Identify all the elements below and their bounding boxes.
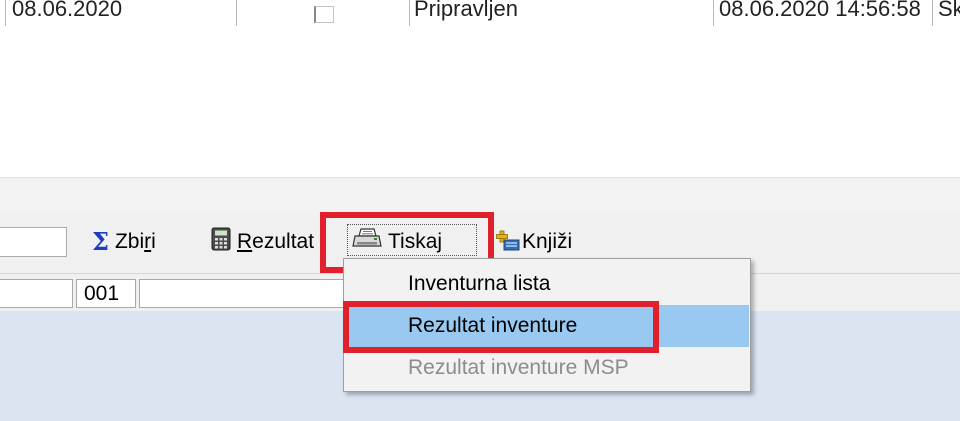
post-ledger-icon [494, 227, 520, 257]
sigma-icon: Σ [92, 227, 109, 256]
column-divider [932, 0, 933, 26]
result-button-label: Rezultat [237, 230, 315, 253]
sum-button-label: Zbiri [114, 230, 156, 253]
status-field-info [139, 279, 349, 308]
menu-item-inventory-list[interactable]: Inventurna lista [345, 263, 749, 305]
menu-item-callout [343, 301, 659, 353]
menu-item-inventory-result-msp: Rezultat inventure MSP [408, 356, 629, 379]
sum-button[interactable]: Σ Zbiri [92, 227, 156, 257]
status-field-code: 001 [76, 279, 136, 308]
toolbar-field[interactable] [0, 227, 67, 257]
column-divider [713, 0, 714, 26]
column-divider [236, 0, 237, 26]
post-button-label: Knjiži [522, 230, 573, 253]
column-divider [5, 0, 6, 26]
cell-trail: Sk [938, 0, 960, 21]
table-row[interactable]: 08.06.2020 Pripravljen 08.06.2020 14:56:… [0, 0, 960, 27]
cell-status: Pripravljen [414, 0, 518, 21]
cell-date: 08.06.2020 [12, 0, 123, 21]
cell-timestamp: 08.06.2020 14:56:58 [719, 0, 921, 21]
column-divider [409, 0, 410, 26]
calculator-icon [211, 227, 231, 257]
status-field-empty [0, 279, 73, 308]
table-empty-area [0, 27, 960, 177]
post-button[interactable]: Knjiži [494, 227, 572, 257]
separator-band [0, 177, 960, 214]
result-button[interactable]: Rezultat [211, 227, 314, 257]
row-checkbox[interactable] [314, 6, 334, 23]
